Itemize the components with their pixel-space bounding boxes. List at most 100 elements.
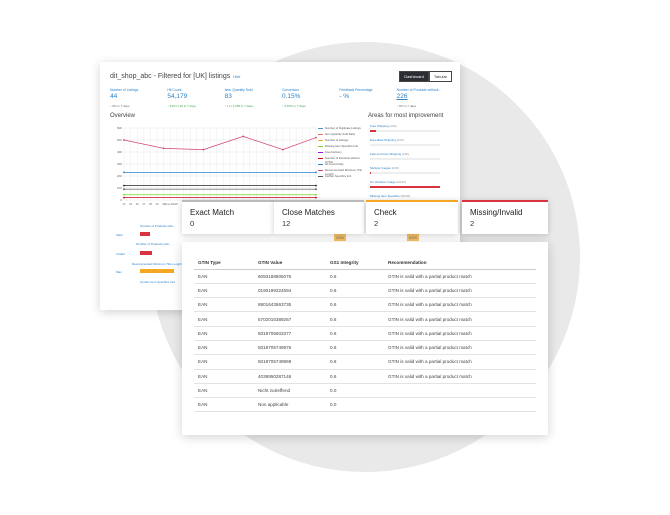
card-title: Close Matches [282,208,335,217]
table-row[interactable]: EAN 8801643563735 0.6 GTIN is valid with a … [194,297,536,313]
improvement-percent: (0.0%) [396,139,404,142]
card-count: 2 [374,219,379,228]
table-row[interactable]: EAN Nicht zutreffend 0.0 [194,383,536,399]
improvement-item[interactable]: No Variation Image (100.0%) [370,180,454,194]
table-row[interactable]: EAN 5018705749969 0.6 GTIN is valid with a … [194,354,536,370]
breakdown-row-label[interactable]: Number of Products with... [140,224,175,228]
legend-swatch [318,133,323,135]
table-cell: 0.0 [326,397,384,413]
metric-label: Hit Count [167,88,182,92]
metric-value: - % [339,93,350,100]
breakdown-row-label[interactable]: Number of Products with... [136,242,171,246]
x-tick-label: 27 [142,202,145,206]
improvement-percent: (0.0%) [391,167,399,170]
improvement-percent: (100.0%) [400,195,411,198]
table-cell: GTIN is valid with a partial product mat… [384,326,536,341]
table-cell: EAN [194,340,254,356]
data-point [242,135,245,138]
table-row[interactable]: EAN 0190199224594 0.6 GTIN is valid with a … [194,283,536,299]
data-point [315,171,317,174]
data-point [123,188,125,191]
improvement-label: Multiple Images (0.0%) [370,166,454,170]
legend-swatch [318,127,323,129]
metrics-row: Number of Listings 44 ↓ 0% in 7 days Hit Co… [110,88,454,108]
table-row[interactable]: EAN 6093188805076 0.6 GTIN is valid with a … [194,269,536,284]
table-cell: GTIN is valid with a partial product mat… [384,269,536,284]
series-line [123,136,317,150]
metric-value: 54,179 [167,93,188,100]
metric-tile[interactable]: Number of Listings 44 ↓ 0% in 7 days [110,88,167,108]
metric-tile[interactable]: Conversion 0.15% ↑ 0.15% in 7 days [282,88,339,108]
legend-swatch [318,145,323,147]
breakdown-row-label[interactable]: Certain Item Specifics Incl. [140,280,176,284]
legend-label: Item Quantity Sold Daily [325,132,356,136]
gtin-table-panel: GTIN Type GTIN Value GS1 Integrity Recom… [182,242,548,435]
valid-label: Valid [116,233,123,237]
table-cell: Nicht zutreffend [254,383,326,399]
improvement-name: Free Shipping [370,124,389,128]
table-row[interactable]: EAN 5018705603377 0.6 GTIN is valid with a … [194,326,536,341]
table-cell: 6093188805076 [254,269,326,284]
table-cell: 8801643563735 [254,297,326,313]
table-row[interactable]: EAN 4039950287146 0.6 GTIN is valid with a … [194,369,536,384]
table-cell: EAN [194,369,254,384]
table-row[interactable]: EAN Non applicable 0.0 [194,397,536,413]
improvement-percent: (4.5%) [389,125,397,128]
improvement-item[interactable]: Multiple Images (0.0%) [370,166,454,180]
data-point [123,139,125,141]
close-matches-card[interactable]: Close Matches 12 [274,200,364,234]
data-point [315,188,317,191]
improvement-item[interactable]: Fast and Free Shipping (0.0%) [370,152,454,166]
data-point [123,171,125,174]
metric-tile[interactable]: Feedback Percentage - % [339,88,396,108]
check-card[interactable]: Check 2 [366,200,458,234]
y-tick-label: 300 [117,162,122,166]
card-count: 0 [190,219,195,228]
table-row[interactable]: EAN 5018705749976 0.6 GTIN is valid with a … [194,340,536,356]
data-point [123,184,125,187]
view-toggle: Dashboard Tabular [399,71,452,82]
table-cell: 0190199224594 [254,283,326,299]
improvement-percent: (100.0%) [396,181,407,184]
improvement-name: Expedited Shipping [370,138,396,142]
table-cell: GTIN is valid with a partial product mat… [384,283,536,299]
column-header[interactable]: GTIN Value [254,256,326,270]
metric-change: ↑ 0.15% in 7 days [281,104,306,108]
legend-swatch [318,151,323,153]
data-point [123,196,125,199]
table-cell: 0.0 [326,383,384,399]
missing-invalid-card[interactable]: Missing/Invalid 2 [462,200,548,234]
table-cell: Non applicable [254,397,326,413]
hint-link[interactable]: Hint [233,74,240,79]
data-point [281,148,284,151]
exact-match-card[interactable]: Exact Match 0 [182,200,274,234]
column-header[interactable]: GS1 Integrity [326,256,384,270]
breakdown-row-label[interactable]: Recommended Minimum Title Length [132,262,182,266]
metric-change: ↓ 0% in 7 days [396,104,417,108]
chart-legend: Number of Duplicate Listings Item Quantit… [318,126,364,180]
x-tick-label: June 2022 [164,202,177,206]
dashboard-view-button[interactable]: Dashboard [399,71,429,82]
metric-label: Item Quantity Sold [224,88,253,92]
x-tick-label: 2 [176,202,178,206]
column-header[interactable]: Recommendation [384,256,536,270]
page-title-text: dit_shop_abc - Filtered for [UK] listing… [110,73,231,80]
improvement-item[interactable]: Free Shipping (4.5%) [370,124,454,138]
metric-tile[interactable]: Item Quantity Sold 83 ↑ 1 in 1,250 in 7 da… [225,88,282,108]
table-cell: EAN [194,297,254,313]
improvement-label: Expedited Shipping (0.0%) [370,138,454,142]
metric-label: Conversion [281,88,300,92]
improvement-item[interactable]: Expedited Shipping (0.0%) [370,138,454,152]
x-tick-label: 24 [123,202,126,206]
table-cell: EAN [194,354,254,370]
table-cell: GTIN is valid with a partial product mat… [384,369,536,384]
metric-tile[interactable]: Hit Count 54,179 ↑ 21% in 30 in 7 days [167,88,224,108]
metric-tile[interactable]: Number of Products without... 226 ↓ 0% in … [397,88,454,108]
table-header-row: GTIN Type GTIN Value GS1 Integrity Recom… [194,256,536,270]
metric-value[interactable]: 226 [397,93,450,100]
table-row[interactable]: EAN 5702016389267 0.6 GTIN is valid with a … [194,311,536,327]
x-tick-label: 28 [149,202,152,206]
improvement-name: Multiple Images [370,166,392,170]
tabular-view-button[interactable]: Tabular [428,71,452,82]
column-header[interactable]: GTIN Type [194,256,254,270]
